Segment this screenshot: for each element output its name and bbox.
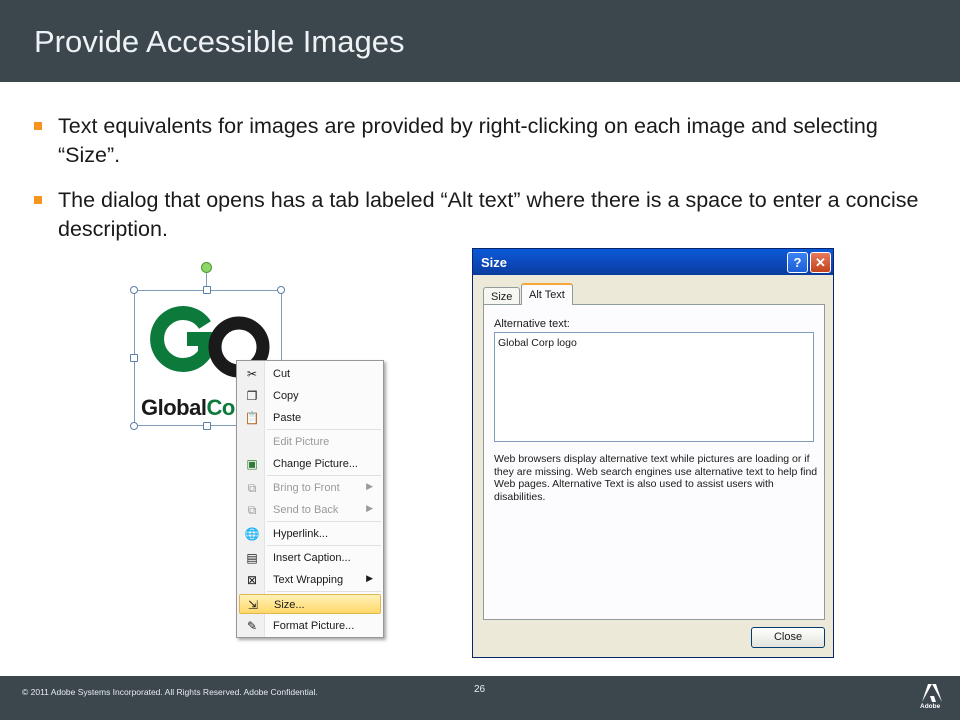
adobe-logo-icon: Adobe — [918, 682, 946, 714]
menu-item-label: Paste — [273, 412, 302, 424]
logo-word-accent: Co — [206, 395, 235, 420]
close-icon[interactable]: ✕ — [810, 252, 831, 273]
change-picture-icon: ▣ — [246, 457, 258, 471]
menu-separator — [267, 429, 381, 430]
alt-text-value: Global Corp logo — [498, 337, 577, 349]
close-button[interactable]: Close — [751, 627, 825, 648]
bullet-text: Text equivalents for images are provided… — [58, 114, 878, 167]
dialog-title-bar[interactable]: Size ? ✕ — [473, 249, 833, 275]
resize-handle-top[interactable] — [203, 286, 211, 294]
paste-icon: 📋 — [244, 411, 260, 425]
help-button[interactable]: ? — [787, 252, 808, 273]
send-back-icon: ⧉ — [247, 503, 257, 517]
title-bar: Provide Accessible Images — [0, 0, 960, 82]
menu-separator — [267, 475, 381, 476]
submenu-arrow-icon: ▶ — [366, 503, 373, 513]
bullet-text: The dialog that opens has a tab labeled … — [58, 188, 919, 241]
resize-handle-top-left[interactable] — [130, 286, 138, 294]
logo-word-dark: Global — [141, 395, 207, 420]
submenu-arrow-icon: ▶ — [366, 573, 373, 583]
menu-item-label: Hyperlink... — [273, 528, 329, 540]
bullet-square-icon — [34, 196, 42, 204]
rotation-handle[interactable] — [201, 262, 212, 273]
menu-item-text-wrapping[interactable]: ⊠ Text Wrapping ▶ — [239, 570, 381, 590]
format-picture-icon: ✎ — [246, 619, 258, 633]
page-number: 26 — [474, 684, 486, 695]
context-menu: ✂ Cut ❐ Copy 📋 Paste Edit Picture ▣ Chan… — [236, 360, 384, 638]
resize-handle-left[interactable] — [130, 354, 138, 362]
menu-separator — [267, 545, 381, 546]
menu-item-paste[interactable]: 📋 Paste — [239, 408, 381, 428]
submenu-arrow-icon: ▶ — [366, 481, 373, 491]
adobe-a-icon — [922, 684, 942, 702]
menu-item-size[interactable]: ⇲ Size... — [239, 594, 381, 614]
menu-item-label: Format Picture... — [273, 620, 355, 632]
bring-front-icon: ⧉ — [247, 481, 257, 495]
menu-item-label: Size... — [274, 599, 305, 611]
size-dialog: Size ? ✕ Size Alt Text Alternative text:… — [472, 248, 834, 658]
dialog-title: Size — [481, 255, 508, 270]
slide-title: Provide Accessible Images — [34, 24, 405, 59]
tab-alt-text[interactable]: Alt Text — [521, 283, 573, 305]
bullet-list: Text equivalents for images are provided… — [34, 112, 934, 260]
menu-item-insert-caption[interactable]: ▤ Insert Caption... — [239, 548, 381, 568]
copy-icon: ❐ — [246, 389, 258, 403]
resize-handle-top-right[interactable] — [277, 286, 285, 294]
menu-item-send-to-back[interactable]: ⧉ Send to Back ▶ — [239, 500, 381, 520]
resize-handle-bottom-left[interactable] — [130, 422, 138, 430]
scissors-icon: ✂ — [246, 367, 258, 381]
alt-text-input[interactable]: Global Corp logo — [494, 332, 814, 442]
menu-item-label: Bring to Front — [273, 482, 340, 494]
menu-item-edit-picture[interactable]: Edit Picture — [239, 432, 381, 452]
menu-item-hyperlink[interactable]: 🌐 Hyperlink... — [239, 524, 381, 544]
bullet-item: The dialog that opens has a tab labeled … — [34, 186, 934, 244]
text-wrap-icon: ⊠ — [246, 573, 258, 587]
size-icon: ⇲ — [247, 598, 259, 612]
menu-item-copy[interactable]: ❐ Copy — [239, 386, 381, 406]
alt-text-panel: Alternative text: Global Corp logo Web b… — [483, 304, 825, 620]
alt-text-description: Web browsers display alternative text wh… — [494, 453, 818, 503]
menu-item-label: Cut — [273, 368, 291, 380]
menu-item-label: Text Wrapping — [273, 574, 344, 586]
copyright-text: © 2011 Adobe Systems Incorporated. All R… — [22, 687, 318, 697]
logo-wordmark: GlobalCo — [141, 395, 235, 421]
bullet-item: Text equivalents for images are provided… — [34, 112, 934, 170]
tab-size[interactable]: Size — [483, 287, 521, 305]
menu-item-format-picture[interactable]: ✎ Format Picture... — [239, 616, 381, 636]
resize-handle-bottom[interactable] — [203, 422, 211, 430]
hyperlink-icon: 🌐 — [244, 527, 260, 541]
caption-icon: ▤ — [246, 551, 258, 565]
menu-separator — [267, 591, 381, 592]
menu-item-label: Edit Picture — [273, 436, 330, 448]
menu-item-label: Send to Back — [273, 504, 339, 516]
menu-item-cut[interactable]: ✂ Cut — [239, 364, 381, 384]
bullet-square-icon — [34, 122, 42, 130]
slide: Provide Accessible Images Text equivalen… — [0, 0, 960, 720]
menu-item-label: Insert Caption... — [273, 552, 351, 564]
menu-item-bring-to-front[interactable]: ⧉ Bring to Front ▶ — [239, 478, 381, 498]
menu-separator — [267, 521, 381, 522]
adobe-brand-text: Adobe — [920, 703, 941, 710]
footer-bar: © 2011 Adobe Systems Incorporated. All R… — [0, 676, 960, 720]
menu-item-change-picture[interactable]: ▣ Change Picture... — [239, 454, 381, 474]
menu-item-label: Copy — [273, 390, 299, 402]
menu-item-label: Change Picture... — [273, 458, 358, 470]
alt-text-label: Alternative text: — [494, 318, 570, 330]
